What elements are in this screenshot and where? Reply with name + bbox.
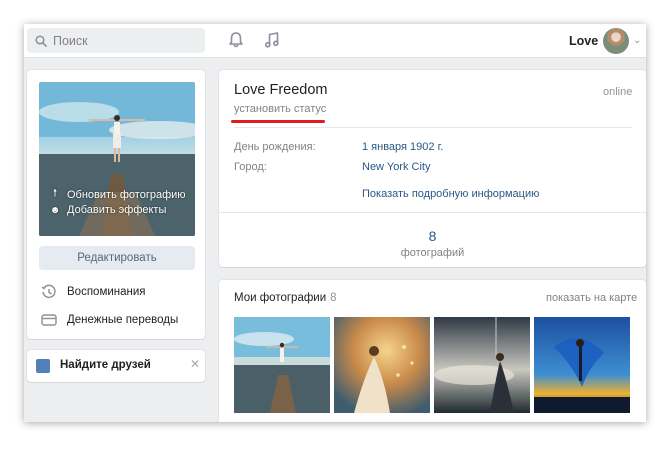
city-label: Город: <box>234 161 267 173</box>
memories-label: Воспоминания <box>67 286 146 298</box>
photos-counter-value[interactable]: 8 <box>219 228 646 244</box>
search-input[interactable]: Поиск <box>27 28 205 53</box>
money-transfers-label: Денежные переводы <box>67 314 179 326</box>
find-friends-card[interactable]: Найдите друзей ✕ <box>27 350 205 382</box>
update-photo-label: Обновить фотографию <box>67 188 186 201</box>
city-value[interactable]: New York City <box>362 161 430 173</box>
update-photo-action[interactable]: 🠕 Обновить фотографию <box>49 186 186 203</box>
chevron-down-icon[interactable]: ⌄ <box>633 35 641 46</box>
my-photos-card: Мои фотографии 8 показать на карте <box>219 280 646 422</box>
add-effects-label: Добавить эффекты <box>67 204 167 216</box>
divider <box>234 127 632 128</box>
photos-counter-label[interactable]: фотографий <box>219 247 646 259</box>
bell-icon <box>229 32 243 48</box>
avatar[interactable] <box>603 28 629 54</box>
photo-thumbnail[interactable] <box>534 317 630 413</box>
set-status-link[interactable]: установить статус <box>234 103 326 115</box>
money-transfers-link[interactable]: Денежные переводы <box>41 312 178 328</box>
top-bar: Поиск Love ⌄ <box>24 24 646 58</box>
clock-history-icon <box>41 284 56 298</box>
notifications-button[interactable] <box>226 30 246 50</box>
online-status: online <box>603 86 633 98</box>
birthday-value[interactable]: 1 января 1902 г. <box>362 141 443 153</box>
profile-photo[interactable]: 🠕 Обновить фотографию ☻ Добавить эффекты <box>39 82 195 236</box>
add-effects-action[interactable]: ☻ Добавить эффекты <box>49 204 167 216</box>
search-placeholder: Поиск <box>53 33 88 48</box>
photo-thumbnail[interactable] <box>334 317 430 413</box>
show-on-map-link[interactable]: показать на карте <box>546 292 637 304</box>
photo-thumbnail[interactable] <box>234 317 330 413</box>
my-photos-header[interactable]: Мои фотографии 8 <box>234 292 337 304</box>
smiley-icon: ☻ <box>49 204 61 216</box>
card-transfer-icon <box>41 314 57 326</box>
profile-photo-card: 🠕 Обновить фотографию ☻ Добавить эффекты… <box>27 70 205 339</box>
close-icon[interactable]: ✕ <box>190 357 200 371</box>
search-icon <box>35 34 47 47</box>
app-window: Поиск Love ⌄ 🠕 Обновить фотографию ☻ Доб… <box>24 24 646 422</box>
find-friends-label: Найдите друзей <box>60 359 151 371</box>
user-name[interactable]: Love <box>569 34 598 48</box>
arrow-up-icon: 🠕 <box>52 188 58 199</box>
my-photos-count: 8 <box>330 292 337 304</box>
add-user-icon <box>36 359 50 373</box>
profile-info-card: Love Freedom установить статус online Де… <box>219 70 646 267</box>
my-photos-title: Мои фотографии <box>234 292 327 304</box>
page-title: Love Freedom <box>234 82 328 98</box>
music-button[interactable] <box>262 30 282 50</box>
photo-thumbnail[interactable] <box>434 317 530 413</box>
status-highlight-underline <box>231 120 325 123</box>
show-more-info-link[interactable]: Показать подробную информацию <box>362 188 539 200</box>
music-note-icon <box>265 32 279 48</box>
memories-link[interactable]: Воспоминания <box>41 284 146 300</box>
birthday-label: День рождения: <box>234 141 316 153</box>
edit-button[interactable]: Редактировать <box>39 246 195 270</box>
divider <box>219 212 646 213</box>
